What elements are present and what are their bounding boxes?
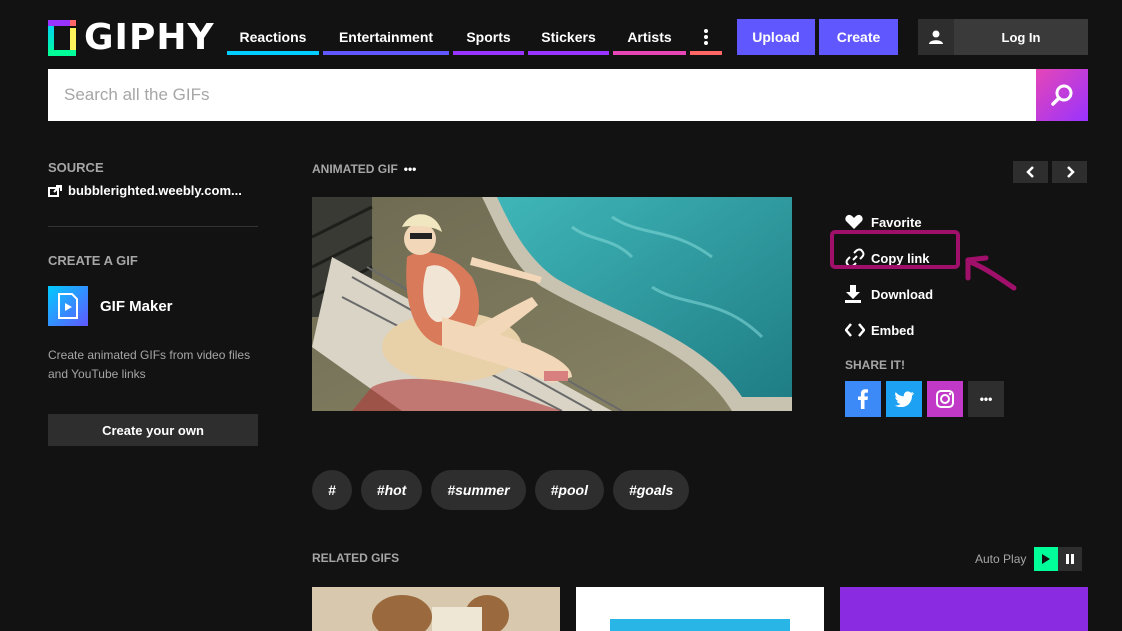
giphy-logo[interactable]: GIPHY (48, 20, 215, 56)
related-gif-thumbnail[interactable] (840, 587, 1088, 631)
tag-item[interactable]: #hot (360, 470, 423, 510)
nav-reactions-label: Reactions (239, 29, 307, 45)
play-icon (1042, 554, 1051, 564)
create-button[interactable]: Create (819, 19, 898, 55)
gif-maker-title: GIF Maker (100, 297, 173, 315)
instagram-icon (936, 390, 954, 408)
nav-stickers[interactable]: Stickers (528, 19, 609, 55)
share-heading: SHARE IT! (845, 358, 905, 372)
main-nav: Reactions Entertainment Sports Stickers … (227, 19, 726, 55)
nav-artists[interactable]: Artists (613, 19, 686, 55)
download-icon (845, 285, 871, 303)
nav-stickers-label: Stickers (541, 29, 596, 45)
related-gif-thumbnail[interactable] (576, 587, 824, 631)
upload-button[interactable]: Upload (737, 19, 815, 55)
annotation-arrow (965, 255, 1017, 291)
more-share-dots: ••• (979, 392, 993, 406)
gif-maker-icon (48, 286, 88, 326)
next-gif-button[interactable] (1052, 161, 1087, 183)
embed-button[interactable]: Embed (845, 312, 933, 348)
vertical-dots-icon (704, 29, 708, 45)
login-button[interactable]: Log In (918, 19, 1088, 55)
related-gif-image (610, 619, 790, 631)
gif-maker-description: Create animated GIFs from video files an… (48, 348, 251, 381)
nav-reactions[interactable]: Reactions (227, 19, 319, 55)
pause-icon (1066, 554, 1075, 564)
search-icon (1051, 84, 1073, 106)
tag-list: # #hot #summer #pool #goals (312, 470, 690, 510)
nav-more-button[interactable] (690, 19, 722, 55)
nav-entertainment-label: Entertainment (338, 29, 434, 45)
autoplay-label: Auto Play (975, 552, 1027, 566)
twitter-share-button[interactable] (886, 381, 922, 417)
user-icon (918, 19, 954, 55)
sidebar: SOURCE bubblerighted.weebly.com... CREAT… (48, 160, 258, 446)
source-link[interactable]: bubblerighted.weebly.com... (48, 183, 258, 198)
tag-item[interactable]: #goals (612, 470, 690, 510)
giphy-logo-icon (48, 20, 76, 56)
gif-type-label: ANIMATED GIF ••• (312, 162, 416, 176)
gif-maker-link[interactable]: GIF Maker (48, 286, 258, 326)
logo-text: GIPHY (84, 17, 215, 58)
play-button[interactable] (1034, 547, 1059, 571)
sidebar-divider (48, 226, 258, 227)
related-gifs-heading: RELATED GIFS (312, 551, 400, 565)
create-your-own-button[interactable]: Create your own (48, 414, 258, 446)
prev-gif-button[interactable] (1013, 161, 1048, 183)
code-icon (845, 323, 871, 337)
instagram-share-button[interactable] (927, 381, 963, 417)
login-label: Log In (1001, 29, 1041, 45)
facebook-share-button[interactable] (845, 381, 881, 417)
tag-item[interactable]: #pool (534, 470, 604, 510)
share-buttons: ••• (845, 381, 1004, 417)
gif-artwork (312, 197, 792, 411)
chevron-left-icon (1025, 166, 1034, 178)
related-gif-thumbnail[interactable] (312, 587, 560, 631)
autoplay-control: Auto Play (975, 547, 1083, 571)
source-link-text: bubblerighted.weebly.com... (68, 183, 242, 198)
search-input[interactable] (48, 69, 1036, 121)
animated-gif-label: ANIMATED GIF (312, 162, 398, 176)
more-share-button[interactable]: ••• (968, 381, 1004, 417)
favorite-label: Favorite (871, 214, 922, 230)
source-heading: SOURCE (48, 160, 104, 175)
embed-label: Embed (871, 322, 915, 338)
gif-image[interactable] (312, 197, 792, 411)
nav-artists-label: Artists (627, 29, 672, 45)
chevron-right-icon (1066, 166, 1075, 178)
heart-icon (845, 214, 871, 230)
nav-entertainment[interactable]: Entertainment (323, 19, 449, 55)
external-link-icon (48, 184, 62, 197)
nav-sports[interactable]: Sports (453, 19, 524, 55)
download-button[interactable]: Download (845, 276, 933, 312)
search-bar (48, 69, 1088, 121)
search-button[interactable] (1036, 69, 1088, 121)
gif-options-button[interactable]: ••• (404, 162, 417, 176)
twitter-icon (894, 391, 914, 407)
facebook-icon (858, 389, 868, 409)
related-gif-image (312, 587, 560, 631)
gif-pager (1013, 161, 1087, 183)
nav-sports-label: Sports (466, 29, 511, 45)
tag-item[interactable]: #summer (431, 470, 526, 510)
tag-item[interactable]: # (312, 470, 352, 510)
copy-link-highlight (830, 230, 960, 269)
create-gif-heading: CREATE A GIF (48, 253, 138, 268)
gif-actions: Favorite Copy link Download Embed (845, 204, 933, 348)
download-label: Download (871, 286, 934, 302)
pause-button[interactable] (1058, 547, 1083, 571)
